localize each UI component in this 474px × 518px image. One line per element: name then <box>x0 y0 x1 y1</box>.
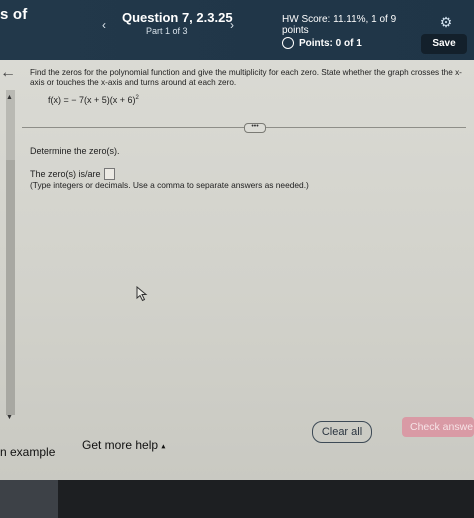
get-more-help-button[interactable]: Get more help ▴ <box>82 438 165 452</box>
hw-score: HW Score: 11.11%, 1 of 9 <box>282 14 397 25</box>
determine-prompt: Determine the zero(s). <box>30 146 120 156</box>
equation-text: f(x) = − 7(x + 5)(x + 6) <box>48 95 136 105</box>
points-label: Points: 0 of 1 <box>299 37 362 49</box>
scrollbar-thumb[interactable] <box>6 160 15 415</box>
header-left-fragment: s of <box>0 6 28 23</box>
scroll-up-icon[interactable]: ▲ <box>6 94 13 101</box>
more-options-button[interactable]: ••• <box>244 123 266 133</box>
scroll-down-icon[interactable]: ▼ <box>6 414 13 421</box>
save-button[interactable]: Save <box>421 34 467 54</box>
get-more-help-label: Get more help <box>82 438 159 452</box>
problem-instructions: Find the zeros for the polynomial functi… <box>30 68 462 87</box>
zeros-answer-row: The zero(s) is/are <box>30 168 115 180</box>
clear-all-button[interactable]: Clear all <box>312 421 372 443</box>
question-title: Question 7, 2.3.25 <box>122 10 233 25</box>
gear-icon[interactable]: ⚙ <box>438 14 454 30</box>
question-header: s of ‹ Question 7, 2.3.25 Part 1 of 3 › … <box>0 0 474 60</box>
back-arrow-icon[interactable]: ← <box>0 64 16 82</box>
question-part: Part 1 of 3 <box>146 26 188 36</box>
circle-status-icon <box>282 37 294 49</box>
zeros-answer-input[interactable] <box>103 168 115 180</box>
caret-up-icon: ▴ <box>161 441 166 451</box>
previous-question-icon[interactable]: ‹ <box>96 17 112 33</box>
laptop-bezel <box>0 480 474 518</box>
problem-equation: f(x) = − 7(x + 5)(x + 6)2 <box>48 95 139 105</box>
next-question-icon[interactable]: › <box>224 17 240 33</box>
zeros-label: The zero(s) is/are <box>30 169 101 179</box>
view-example-link[interactable]: n example <box>0 445 55 459</box>
hw-score-points: points <box>282 25 309 36</box>
taskbar-strip <box>0 480 58 518</box>
points-status: Points: 0 of 1 <box>282 37 362 49</box>
mouse-cursor-icon <box>136 286 148 302</box>
check-answer-button[interactable]: Check answe <box>402 417 474 437</box>
screen: s of ‹ Question 7, 2.3.25 Part 1 of 3 › … <box>0 0 474 480</box>
equation-exponent: 2 <box>135 95 139 101</box>
answer-hint: (Type integers or decimals. Use a comma … <box>30 180 309 190</box>
